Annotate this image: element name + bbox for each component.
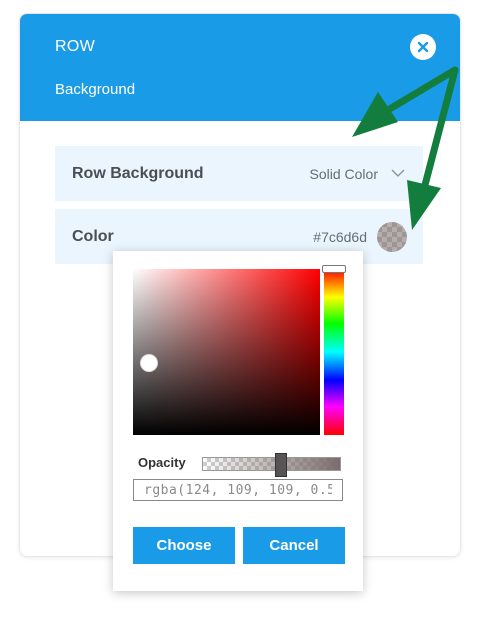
hue-handle[interactable] — [322, 265, 346, 273]
row-background-select[interactable]: Solid Color — [310, 166, 378, 182]
panel-title: ROW — [55, 38, 96, 55]
opacity-gradient — [203, 458, 340, 470]
color-label: Color — [72, 228, 114, 245]
panel-subtitle: Background — [55, 81, 136, 98]
color-picker-popup: Opacity Choose Cancel — [113, 251, 363, 591]
close-button[interactable] — [410, 34, 436, 60]
opacity-handle[interactable] — [275, 453, 287, 477]
cancel-button[interactable]: Cancel — [243, 527, 345, 564]
color-hex-value: #7c6d6d — [313, 229, 367, 245]
chevron-down-icon[interactable] — [391, 169, 405, 178]
sv-handle[interactable] — [140, 354, 158, 372]
color-swatch[interactable] — [377, 222, 407, 252]
close-icon — [417, 41, 429, 53]
saturation-value-area[interactable] — [133, 269, 320, 435]
panel-header: ROW Background — [20, 14, 460, 121]
hue-slider[interactable] — [322, 265, 346, 435]
color-swatch-fill — [377, 222, 407, 252]
opacity-label: Opacity — [138, 455, 186, 470]
row-background-field[interactable]: Row Background Solid Color — [55, 146, 423, 201]
row-background-label: Row Background — [72, 165, 204, 182]
rgba-input[interactable] — [133, 479, 343, 501]
sv-dark-overlay — [133, 269, 320, 435]
choose-button[interactable]: Choose — [133, 527, 235, 564]
opacity-slider[interactable] — [202, 453, 341, 477]
